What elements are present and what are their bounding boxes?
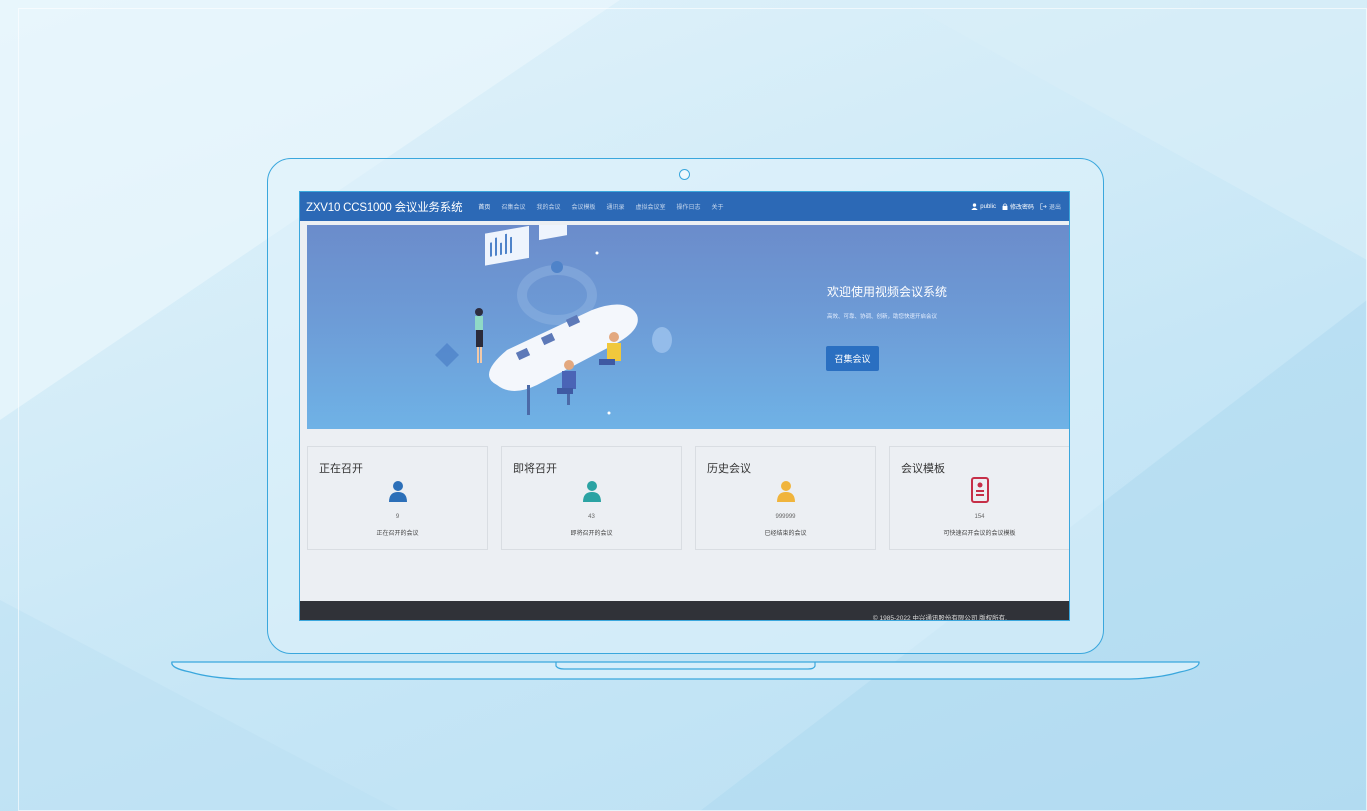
top-navbar: ZXV10 CCS1000 会议业务系统 首页 召集会议 我的会议 会议模板 通… (300, 192, 1069, 221)
nav-item-contacts[interactable]: 通讯录 (606, 202, 624, 211)
card-count: 9 (395, 514, 400, 520)
card-desc: 正在召开的会议 (376, 531, 419, 537)
card-title: 历史会议 (707, 463, 751, 475)
user-menu: public 修改密码 退出 (965, 192, 1061, 221)
user-icon (388, 481, 407, 502)
card-history[interactable]: 历史会议 999999 已经结束的会议 (695, 446, 876, 550)
app-screen: ZXV10 CCS1000 会议业务系统 首页 召集会议 我的会议 会议模板 通… (299, 191, 1070, 621)
lock-icon (1002, 203, 1008, 210)
card-title: 即将召开 (513, 463, 557, 475)
card-count: 999999 (775, 514, 796, 520)
meeting-illustration (435, 225, 672, 415)
camera-icon (679, 169, 690, 180)
document-icon (970, 477, 989, 503)
nav-item-my-meetings[interactable]: 我的会议 (536, 202, 560, 211)
user-icon (776, 481, 795, 502)
card-desc: 可快速召开会议的会议模板 (943, 531, 1016, 537)
nav-item-convene[interactable]: 召集会议 (501, 202, 525, 211)
card-ongoing[interactable]: 正在召开 9 正在召开的会议 (307, 446, 488, 550)
convene-meeting-button[interactable]: 召集会议 (826, 346, 879, 371)
card-desc: 即将召开的会议 (570, 531, 613, 537)
nav-item-home[interactable]: 首页 (478, 202, 490, 211)
user-link[interactable]: public (971, 203, 996, 210)
card-title: 正在召开 (319, 463, 363, 475)
user-icon (582, 481, 601, 502)
app-brand: ZXV10 CCS1000 会议业务系统 (306, 201, 463, 214)
change-password-label: 修改密码 (1009, 205, 1034, 211)
laptop-base (171, 661, 1200, 680)
card-count: 154 (974, 514, 985, 520)
card-count: 43 (588, 514, 595, 520)
nav-item-about[interactable]: 关于 (712, 202, 724, 211)
welcome-banner: 欢迎使用视频会议系统 高效、可靠、协调、创新，助您快速开启会议 召集会议 (307, 225, 1069, 429)
logout-link[interactable]: 退出 (1040, 202, 1061, 211)
card-upcoming[interactable]: 即将召开 43 即将召开的会议 (501, 446, 682, 550)
change-password-link[interactable]: 修改密码 (1002, 202, 1034, 211)
logout-label: 退出 (1048, 205, 1061, 211)
card-templates[interactable]: 会议模板 154 可快速召开会议的会议模板 (889, 446, 1069, 550)
copyright: © 1985-2022 中兴通讯股份有限公司 版权所有. (872, 615, 1007, 621)
footer: © 1985-2022 中兴通讯股份有限公司 版权所有. (300, 601, 1069, 621)
card-title: 会议模板 (901, 463, 945, 475)
nav-item-templates[interactable]: 会议模板 (571, 202, 595, 211)
user-icon (971, 203, 978, 210)
logout-icon (1040, 203, 1047, 210)
username: public (980, 203, 996, 210)
card-desc: 已经结束的会议 (764, 531, 807, 537)
welcome-title: 欢迎使用视频会议系统 (827, 285, 948, 299)
nav-item-logs[interactable]: 操作日志 (677, 202, 701, 211)
nav-item-virtual-rooms[interactable]: 虚拟会议室 (636, 202, 666, 211)
welcome-subtitle: 高效、可靠、协调、创新，助您快速开启会议 (827, 314, 938, 320)
